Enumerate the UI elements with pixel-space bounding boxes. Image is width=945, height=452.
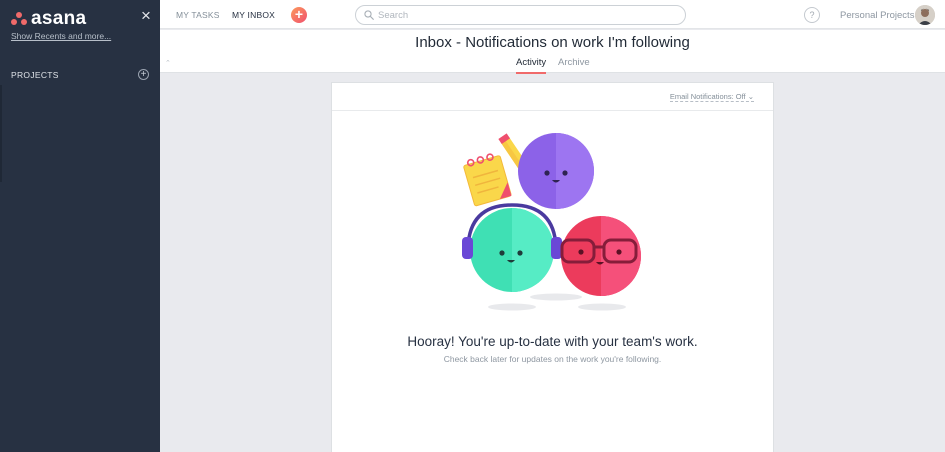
teal-character bbox=[462, 203, 562, 292]
purple-character bbox=[518, 133, 594, 209]
email-notifications-label: Email Notifications: Off bbox=[669, 92, 746, 101]
sidebar-scroll-edge bbox=[0, 85, 2, 182]
tab-activity[interactable]: Activity bbox=[516, 57, 547, 74]
help-button[interactable]: ? bbox=[804, 7, 820, 23]
asana-logo[interactable]: asana bbox=[11, 8, 86, 30]
add-project-button[interactable]: + bbox=[138, 69, 149, 80]
brand-name: asana bbox=[31, 8, 87, 29]
nav-my-tasks[interactable]: MY TASKS bbox=[176, 10, 220, 20]
close-sidebar-icon[interactable]: × bbox=[141, 6, 151, 26]
notebook-icon bbox=[463, 153, 512, 207]
empty-state-subtext: Check back later for updates on the work… bbox=[443, 354, 662, 364]
email-notifications-dropdown[interactable]: Email Notifications: Off ⌄ bbox=[669, 92, 754, 102]
search-icon bbox=[364, 10, 374, 20]
show-recents-link[interactable]: Show Recents and more... bbox=[11, 31, 111, 41]
inbox-card: Email Notifications: Off ⌄ Hooray! You'r… bbox=[331, 82, 774, 452]
empty-inbox-illustration bbox=[462, 133, 641, 311]
page-title: Inbox - Notifications on work I'm follow… bbox=[415, 34, 690, 51]
chevron-up-icon[interactable]: ⌃ bbox=[165, 59, 171, 67]
quick-add-button[interactable]: + bbox=[291, 7, 307, 23]
asana-logo-icon bbox=[11, 12, 27, 26]
chevron-down-icon: ⌄ bbox=[747, 92, 754, 101]
avatar-image bbox=[915, 5, 935, 25]
sidebar: asana × Show Recents and more... PROJECT… bbox=[0, 0, 160, 452]
user-avatar[interactable] bbox=[915, 5, 935, 25]
top-bar: MY TASKS MY INBOX + ? Personal Projects bbox=[160, 0, 945, 29]
card-header: Email Notifications: Off ⌄ bbox=[332, 83, 773, 111]
projects-section-label: PROJECTS bbox=[11, 70, 59, 80]
search-bar[interactable] bbox=[355, 5, 686, 25]
workspace-switcher[interactable]: Personal Projects bbox=[840, 10, 914, 21]
red-character bbox=[560, 216, 641, 296]
nav-my-inbox[interactable]: MY INBOX bbox=[232, 10, 275, 20]
shadow bbox=[578, 303, 626, 311]
tab-archive[interactable]: Archive bbox=[558, 57, 590, 72]
empty-state-headline: Hooray! You're up-to-date with your team… bbox=[407, 334, 698, 349]
shadow bbox=[530, 293, 582, 301]
shadow bbox=[488, 303, 536, 311]
page-header: Inbox - Notifications on work I'm follow… bbox=[160, 30, 945, 74]
search-input[interactable] bbox=[378, 9, 658, 21]
